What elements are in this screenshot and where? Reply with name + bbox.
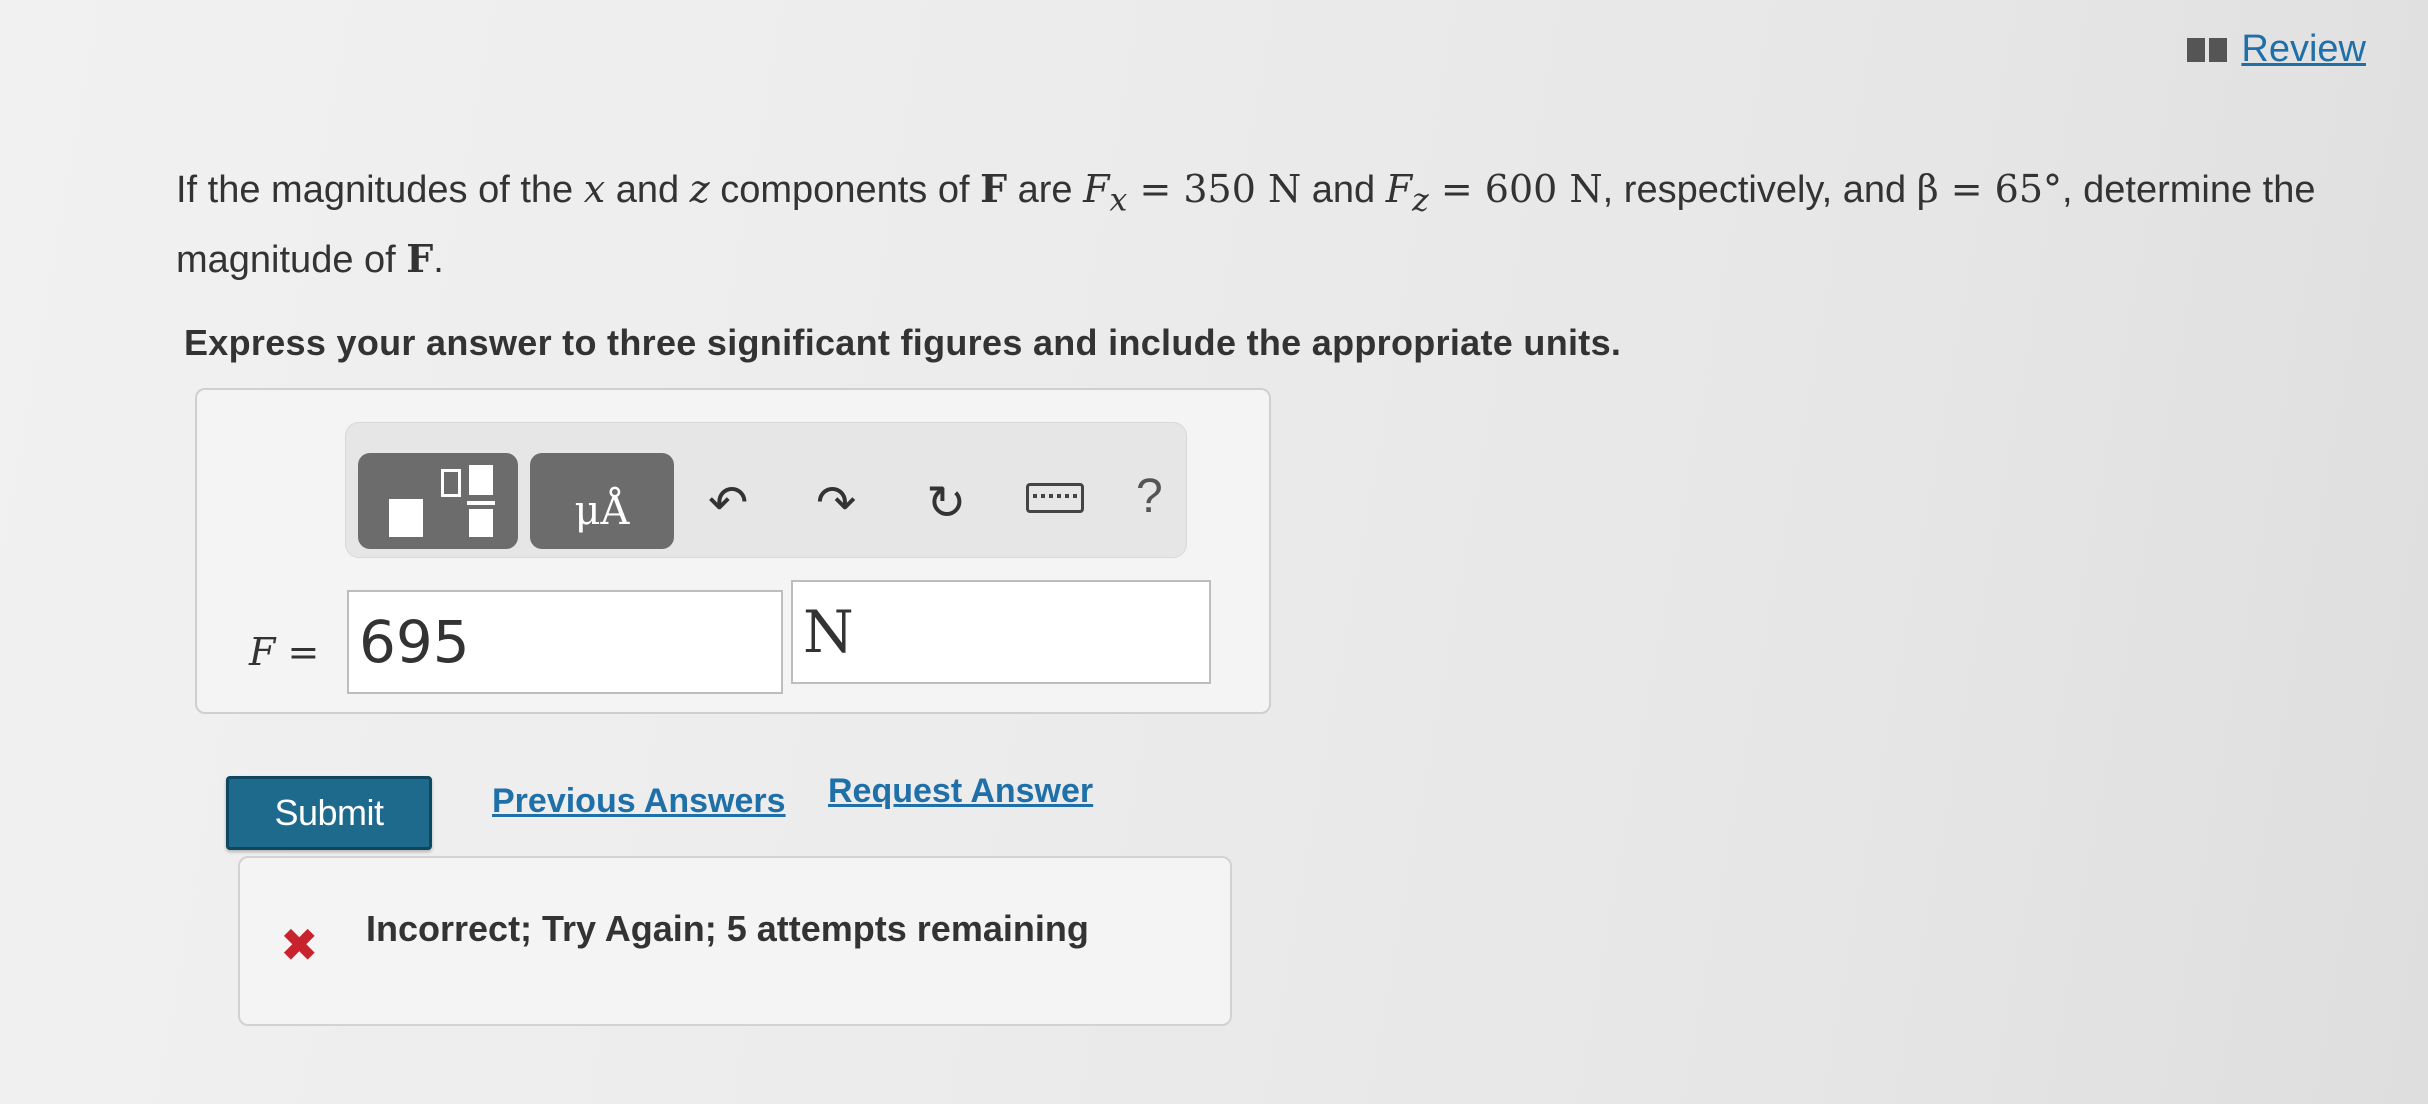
submit-button[interactable]: Submit (226, 776, 432, 850)
keyboard-icon[interactable] (1026, 483, 1084, 513)
problem-text: and (605, 169, 690, 211)
request-answer-link[interactable]: Request Answer (828, 772, 1093, 811)
problem-text: . (433, 238, 444, 281)
feedback-text: Incorrect; Try Again; 5 attempts remaini… (366, 908, 1089, 949)
beta-expression: β = 65° (1916, 167, 2063, 211)
answer-label: F = (249, 630, 320, 674)
var-z: z (689, 167, 710, 211)
review-label: Review (2241, 28, 2366, 70)
review-link[interactable]: Review (2187, 28, 2366, 71)
math-toolbar: μÅ ↶ ↷ ↻ ? (345, 422, 1187, 558)
problem-text: are (1007, 169, 1084, 211)
vector-f: F (406, 235, 434, 281)
problem-text: and (1301, 169, 1386, 211)
instruction-text: Express your answer to three significant… (184, 322, 1622, 363)
units-button[interactable]: μÅ (530, 453, 674, 549)
redo-icon[interactable]: ↷ (816, 473, 856, 533)
unit-input[interactable] (791, 580, 1211, 684)
problem-text: components of (709, 169, 981, 211)
vector-f: F (980, 166, 1008, 211)
book-icon (2187, 37, 2228, 62)
undo-icon[interactable]: ↶ (708, 473, 748, 533)
fx-expression: Fx = 350 N (1083, 167, 1302, 219)
reset-icon[interactable]: ↻ (926, 473, 966, 533)
x-icon: ✖ (280, 918, 319, 972)
problem-statement: If the magnitudes of the x and z compone… (176, 160, 2376, 289)
answer-panel: μÅ ↶ ↷ ↻ ? F = (195, 388, 1271, 714)
templates-button[interactable] (358, 453, 518, 549)
problem-text: , respectively, and (1602, 169, 1917, 211)
templates-icon (383, 461, 495, 541)
problem-text: If the magnitudes of the (176, 169, 584, 211)
fz-expression: Fz = 600 N (1385, 167, 1603, 219)
feedback-box: ✖ Incorrect; Try Again; 5 attempts remai… (238, 856, 1232, 1026)
previous-answers-link[interactable]: Previous Answers (492, 782, 786, 821)
help-icon[interactable]: ? (1136, 467, 1163, 527)
units-icon: μÅ (574, 488, 630, 534)
value-input[interactable] (347, 590, 783, 694)
var-x: x (583, 167, 606, 211)
